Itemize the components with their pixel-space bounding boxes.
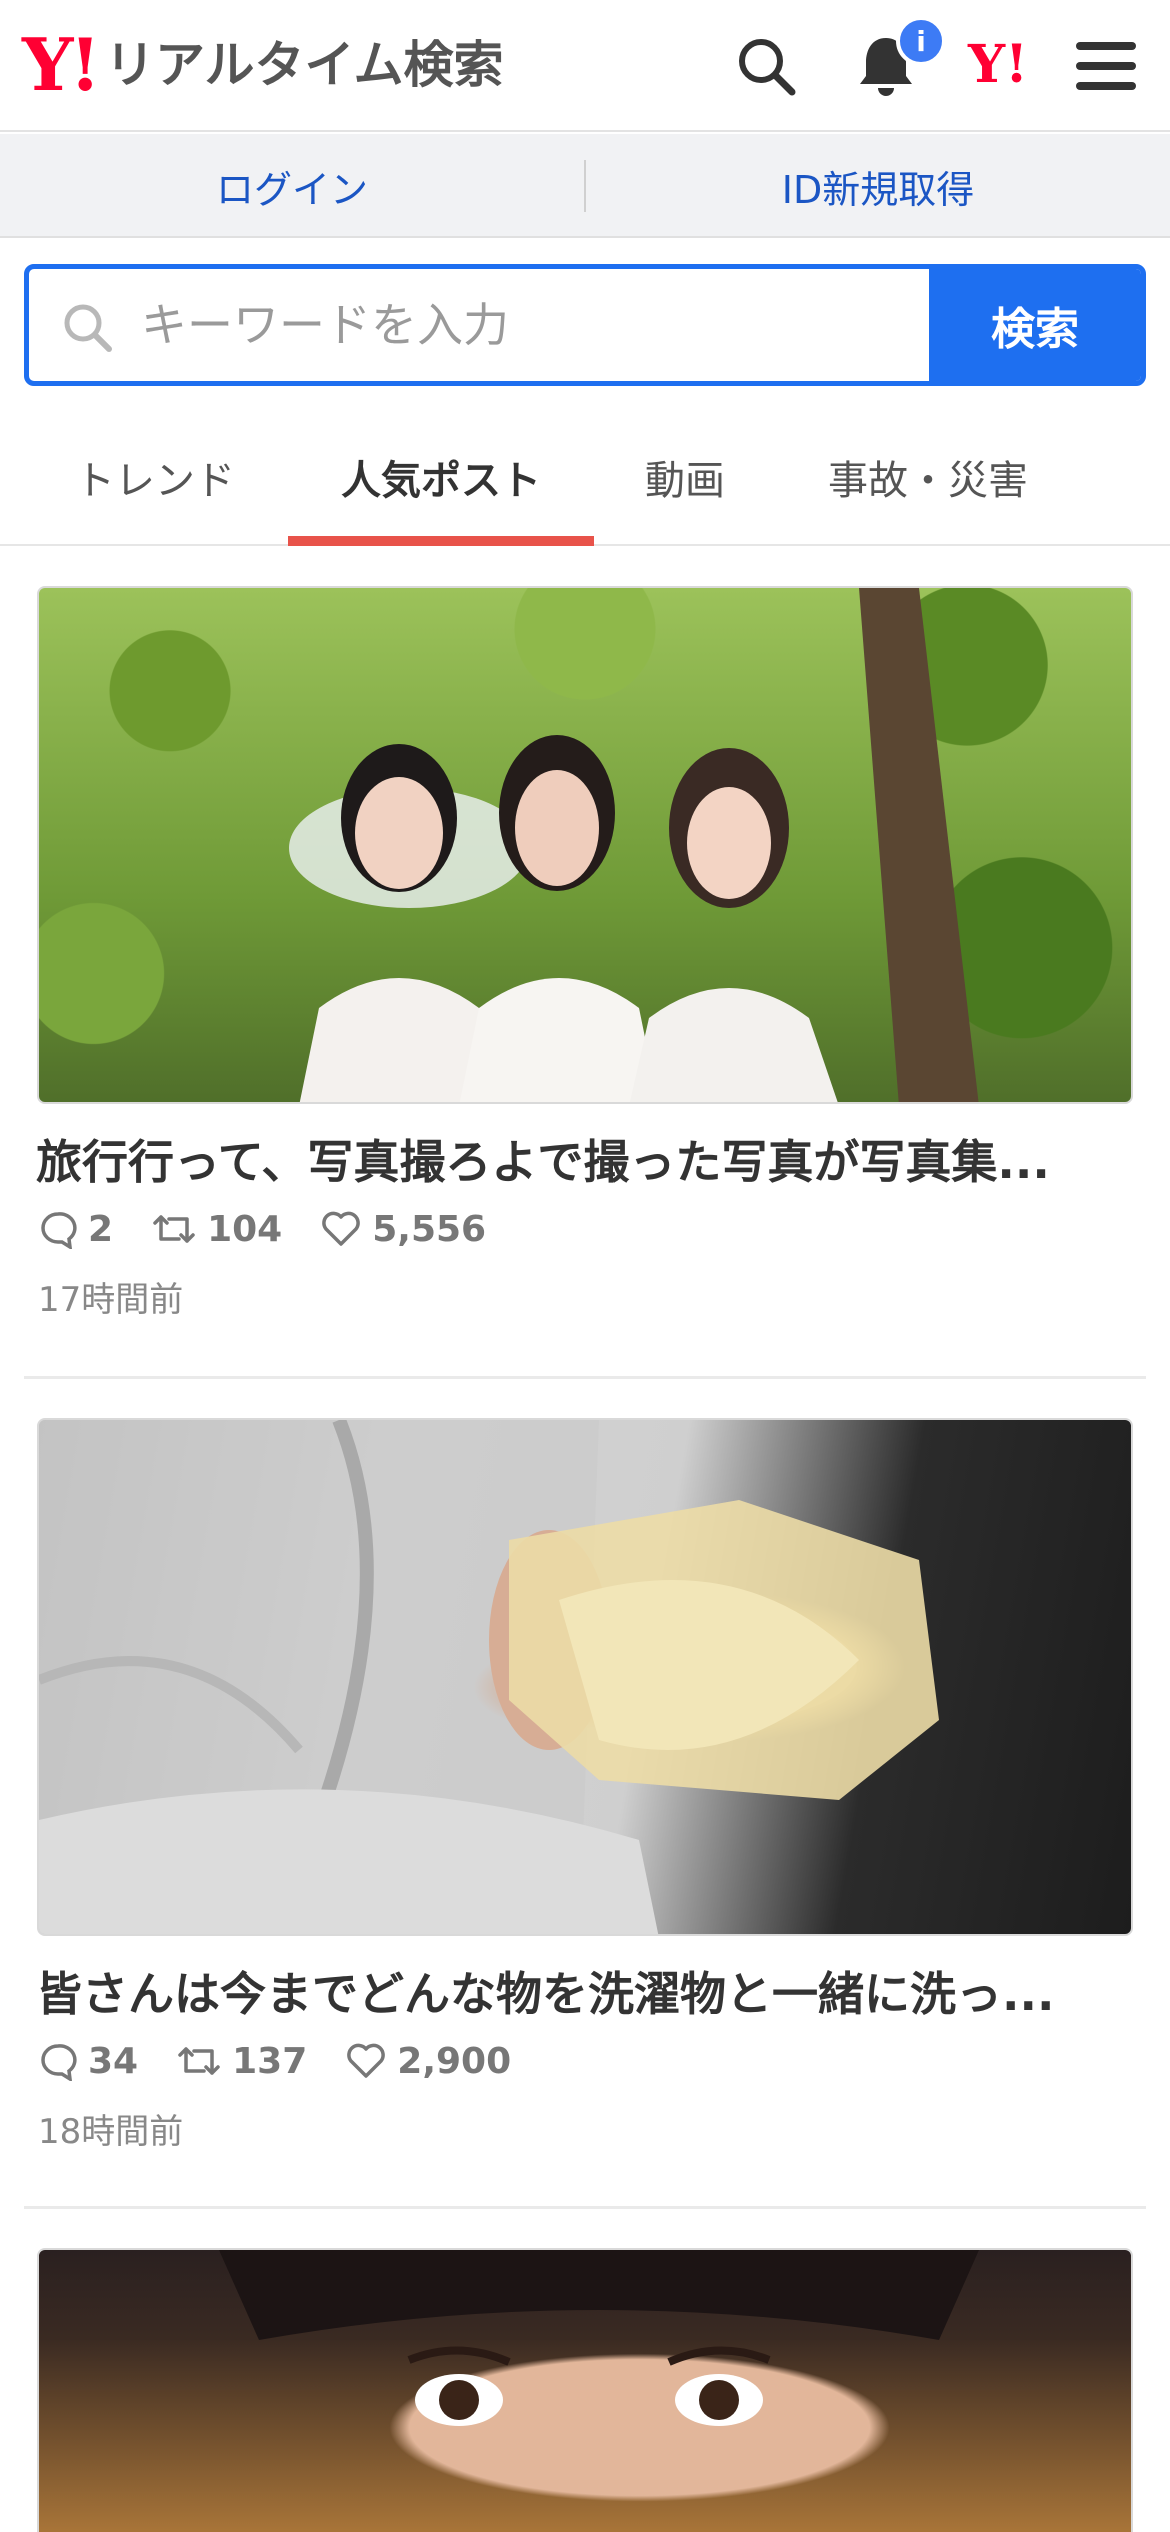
app-header: Y! リアルタイム検索 i Y! — [0, 0, 1170, 132]
reply-count[interactable]: 2 — [38, 1209, 113, 1250]
post-timestamp: 17時間前 — [38, 1280, 184, 1320]
reply-icon — [41, 1212, 77, 1249]
yahoo-realtime-logo[interactable]: Y! リアルタイム検索 — [22, 22, 504, 107]
post-title[interactable]: 旅行行って、写真撮ろよで撮った写真が写真集... — [36, 1126, 1136, 1192]
tab-trend[interactable]: トレンド — [50, 408, 260, 546]
post-card[interactable]: 旅行行って、写真撮ろよで撮った写真が写真集... 2 104 5,556 17時… — [24, 586, 1146, 1346]
repost-icon — [178, 2047, 220, 2075]
post-card[interactable] — [24, 2248, 1146, 2532]
yahoo-japan-icon[interactable]: Y! — [968, 30, 1028, 100]
signup-link[interactable]: ID新規取得 — [586, 134, 1170, 238]
search-icon[interactable] — [728, 28, 804, 104]
repost-count[interactable]: 104 — [151, 1209, 282, 1250]
auth-bar: ログイン ID新規取得 — [0, 134, 1170, 238]
reply-icon — [41, 2044, 77, 2081]
reply-count-value: 2 — [88, 1208, 114, 1250]
heart-icon — [347, 2043, 386, 2078]
login-link[interactable]: ログイン — [0, 134, 584, 238]
like-count[interactable]: 5,556 — [320, 1209, 486, 1250]
notification-badge: i — [896, 16, 946, 66]
search-bar: 検索 — [24, 264, 1146, 386]
post-divider — [24, 2206, 1146, 2209]
search-button[interactable]: 検索 — [929, 269, 1141, 381]
post-image[interactable] — [37, 2248, 1133, 2532]
category-tabs: トレンド 人気ポスト 動画 事故・災害 — [0, 408, 1170, 546]
post-image[interactable] — [37, 586, 1133, 1104]
like-count-value: 2,900 — [397, 2040, 512, 2082]
post-stats: 2 104 5,556 — [38, 1204, 524, 1254]
reply-count[interactable]: 34 — [38, 2041, 138, 2082]
post-divider — [24, 1376, 1146, 1379]
like-count[interactable]: 2,900 — [345, 2041, 511, 2082]
post-title[interactable]: 皆さんは今までどんな物を洗濯物と一緒に洗っ... — [36, 1958, 1136, 2024]
repost-count-value: 104 — [207, 1208, 283, 1250]
post-stats: 34 137 2,900 — [38, 2036, 549, 2086]
menu-icon[interactable] — [1068, 28, 1144, 104]
repost-count-value: 137 — [232, 2040, 308, 2082]
logo-mark: Y! — [22, 22, 101, 107]
like-count-value: 5,556 — [372, 1208, 487, 1250]
reply-count-value: 34 — [88, 2040, 139, 2082]
logo-text: リアルタイム検索 — [105, 36, 504, 94]
post-card[interactable]: 皆さんは今までどんな物を洗濯物と一緒に洗っ... 34 137 2,900 18… — [24, 1418, 1146, 2178]
active-tab-indicator — [288, 536, 594, 546]
search-field-icon — [64, 304, 112, 352]
tab-accidents-disasters[interactable]: 事故・災害 — [800, 408, 1056, 546]
post-timestamp: 18時間前 — [38, 2112, 184, 2152]
heart-icon — [322, 1211, 361, 1246]
tab-popular-posts[interactable]: 人気ポスト — [288, 408, 594, 546]
search-input[interactable] — [141, 269, 941, 381]
tab-video[interactable]: 動画 — [610, 408, 760, 546]
repost-count[interactable]: 137 — [176, 2041, 307, 2082]
repost-icon — [153, 1215, 195, 1243]
post-image[interactable] — [37, 1418, 1133, 1936]
